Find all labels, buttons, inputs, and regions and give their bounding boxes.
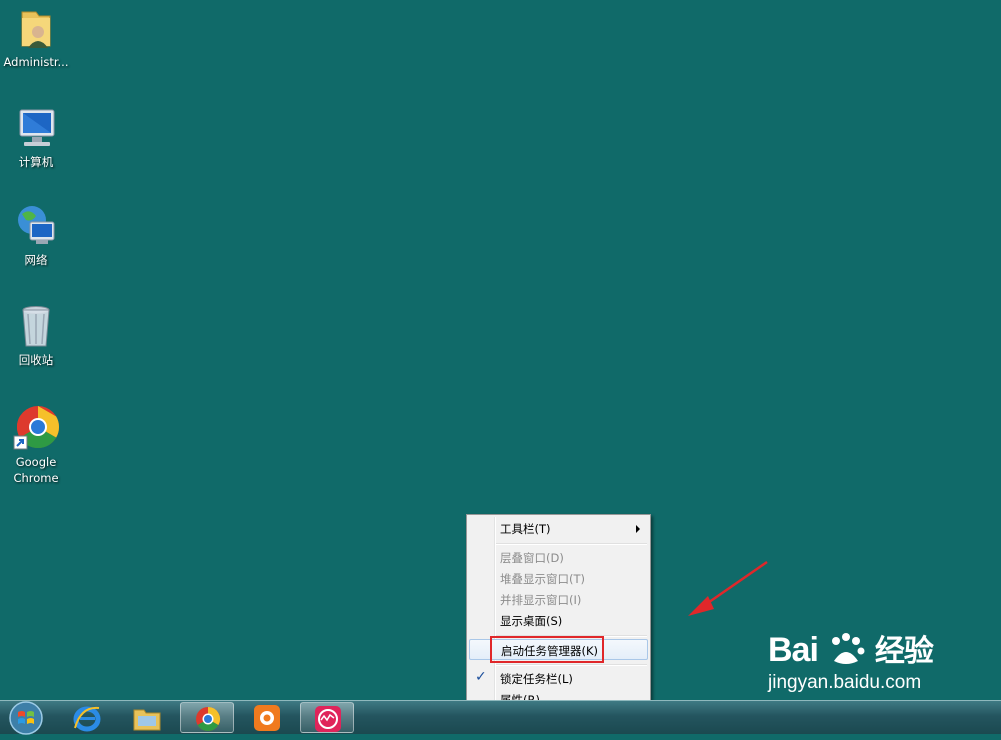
- watermark-logo-text: Bai: [768, 631, 819, 669]
- watermark-logo-cn: 经验: [874, 635, 934, 668]
- checkmark-icon: ✓: [475, 669, 487, 685]
- baidu-jingyan-watermark: Bai 经验 jingyan.baidu.com: [768, 626, 934, 694]
- menu-item-cascade-windows: 层叠窗口(D): [500, 551, 564, 565]
- menu-item-lock-taskbar[interactable]: ✓ 锁定任务栏(L): [469, 668, 648, 689]
- watermark-site: jingyan.baidu.com: [768, 672, 922, 693]
- paw-icon: [832, 633, 865, 664]
- menu-item-stack-windows: 堆叠显示窗口(T): [500, 572, 585, 586]
- submenu-arrow-icon: [636, 525, 640, 533]
- taskbar[interactable]: [0, 700, 1001, 736]
- menu-separator: [496, 664, 647, 666]
- taskbar-internet-explorer[interactable]: [60, 702, 114, 733]
- menu-item-side-by-side: 并排显示窗口(I): [500, 593, 582, 607]
- taskbar-monitor-app[interactable]: [300, 702, 354, 733]
- windows-logo-icon: [9, 701, 43, 735]
- taskbar-context-menu: 工具栏(T) 层叠窗口(D) 堆叠显示窗口(T) 并排显示窗口(I) 显示桌面(…: [466, 514, 651, 715]
- annotation-highlight-box: [490, 636, 604, 663]
- chrome-icon: [196, 707, 221, 732]
- menu-separator: [496, 543, 647, 545]
- folder-icon: [133, 709, 161, 731]
- menu-item-toolbars[interactable]: 工具栏(T): [469, 518, 648, 539]
- taskbar-file-explorer[interactable]: [120, 702, 174, 733]
- media-app-icon: [254, 705, 280, 731]
- menu-item-show-desktop[interactable]: 显示桌面(S): [469, 610, 648, 631]
- monitor-app-icon: [315, 706, 341, 732]
- internet-explorer-icon: [73, 706, 101, 732]
- taskbar-chrome[interactable]: [180, 702, 234, 733]
- start-button[interactable]: [6, 700, 46, 736]
- taskbar-media-app[interactable]: [240, 702, 294, 733]
